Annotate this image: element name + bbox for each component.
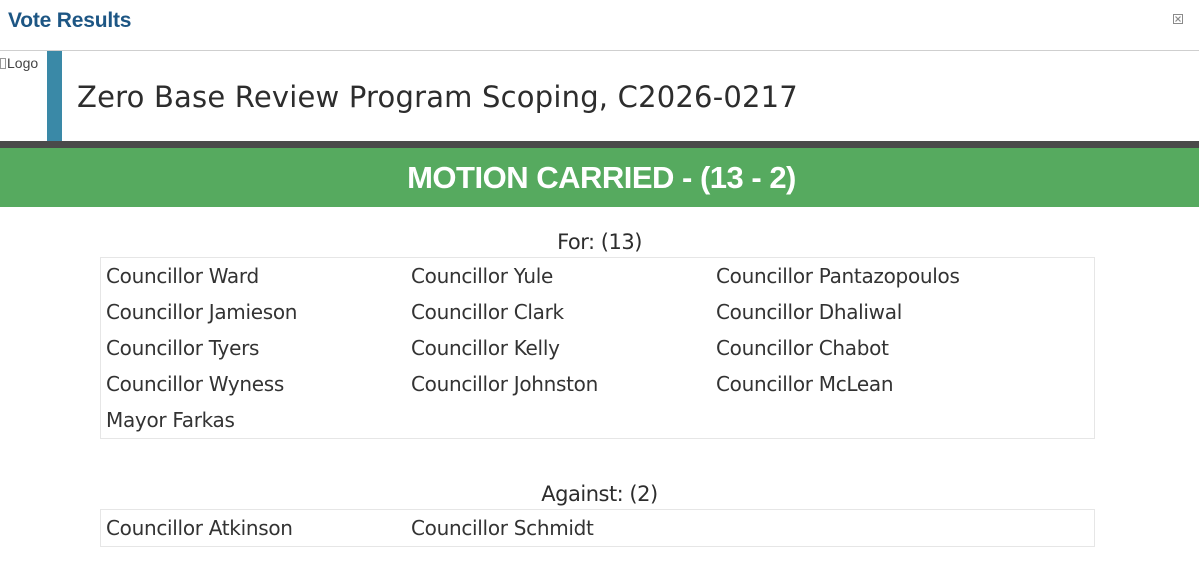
against-heading: Against: (2) <box>541 482 658 506</box>
item-banner: Logo Zero Base Review Program Scoping, C… <box>0 51 1199 142</box>
logo-alt-text: Logo <box>7 55 39 71</box>
member-name: Councillor Schmidt <box>411 516 594 540</box>
close-icon[interactable] <box>1173 14 1183 24</box>
for-heading: For: (13) <box>557 230 642 254</box>
member-name: Councillor Wyness <box>106 372 285 396</box>
member-name: Councillor Ward <box>106 264 259 288</box>
member-name: Councillor Chabot <box>716 336 889 360</box>
member-name: Councillor Clark <box>411 300 564 324</box>
logo-image: Logo <box>0 55 38 71</box>
member-name: Councillor Dhaliwal <box>716 300 902 324</box>
member-name: Councillor McLean <box>716 372 894 396</box>
item-title: Zero Base Review Program Scoping, C2026-… <box>77 80 798 114</box>
member-name: Councillor Tyers <box>106 336 260 360</box>
for-members-list: Councillor Ward Councillor Yule Councill… <box>100 257 1095 439</box>
against-members-list: Councillor Atkinson Councillor Schmidt <box>100 509 1095 547</box>
member-name: Councillor Atkinson <box>106 516 293 540</box>
member-name: Councillor Jamieson <box>106 300 298 324</box>
member-name: Councillor Kelly <box>411 336 560 360</box>
dialog-header: Vote Results <box>0 0 1199 51</box>
divider <box>0 141 1199 148</box>
result-text: MOTION CARRIED - (13 - 2) <box>407 159 796 195</box>
member-name: Mayor Farkas <box>106 408 235 432</box>
broken-image-icon <box>0 57 6 69</box>
member-name: Councillor Yule <box>411 264 553 288</box>
member-name: Councillor Johnston <box>411 372 598 396</box>
dialog-title: Vote Results <box>8 9 132 32</box>
result-banner: MOTION CARRIED - (13 - 2) <box>0 148 1199 207</box>
accent-bar <box>47 51 62 142</box>
member-name: Councillor Pantazopoulos <box>716 264 960 288</box>
